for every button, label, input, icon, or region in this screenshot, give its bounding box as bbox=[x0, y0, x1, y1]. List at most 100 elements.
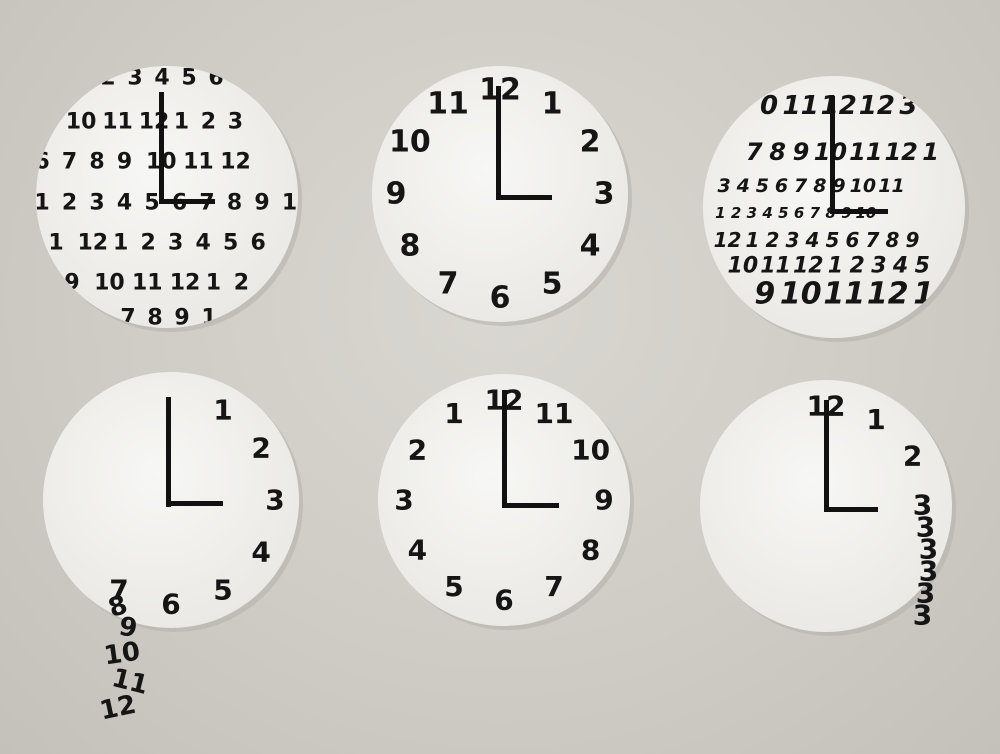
numeral: 1 bbox=[213, 393, 232, 426]
numeral: 9 bbox=[594, 484, 613, 517]
numeral: 9 bbox=[117, 150, 132, 175]
numeral: 4 bbox=[805, 228, 820, 252]
numeral: 3 bbox=[265, 484, 284, 517]
numeral: 4 bbox=[408, 534, 427, 567]
numeral: 2 bbox=[201, 110, 216, 135]
numeral: 12 bbox=[884, 138, 917, 166]
numeral: 9 bbox=[793, 138, 810, 166]
numeral: 12 bbox=[97, 690, 139, 727]
numeral: 11 bbox=[849, 138, 882, 166]
numeral: 4 bbox=[736, 175, 750, 197]
numeral: 1 bbox=[542, 86, 563, 121]
numeral: 3 bbox=[913, 599, 932, 632]
numeral: 8 bbox=[227, 191, 242, 216]
numeral: 2 bbox=[731, 204, 741, 222]
numeral: 1 bbox=[715, 204, 725, 222]
numeral: 1 bbox=[282, 191, 297, 216]
numeral: 2 bbox=[140, 231, 155, 256]
numeral: 0 bbox=[760, 91, 778, 121]
numeral: 8 bbox=[886, 228, 900, 252]
numeral: 6 bbox=[775, 175, 788, 197]
numeral: 11 bbox=[102, 110, 133, 135]
numeral: 5 bbox=[542, 267, 563, 302]
numeral: 7 bbox=[438, 267, 459, 302]
numeral: 3 bbox=[747, 204, 757, 222]
numeral: 12 bbox=[170, 271, 201, 296]
numeral: 8 bbox=[581, 534, 600, 567]
numeral: 4 bbox=[117, 191, 132, 216]
normal-clock: 121234567891011 bbox=[372, 66, 632, 326]
numeral: 8 bbox=[89, 150, 104, 175]
numeral: 7 bbox=[746, 138, 763, 166]
numeral: 6 bbox=[208, 66, 223, 91]
numeral: 9 bbox=[386, 177, 407, 212]
numeral: 11 bbox=[783, 91, 819, 121]
numeral: 6 bbox=[34, 150, 49, 175]
numeral: 5 bbox=[181, 66, 196, 91]
numeral: 1 bbox=[828, 254, 843, 279]
numeral: 5 bbox=[915, 254, 930, 279]
numeral: 11 bbox=[760, 254, 791, 279]
numeral: 11 bbox=[535, 397, 574, 430]
falling-numbers-clock: 1234567 89101112 bbox=[43, 372, 303, 726]
numeral: 7 bbox=[544, 570, 563, 603]
numeral: 3 bbox=[168, 231, 183, 256]
numeral: 2 bbox=[62, 191, 77, 216]
numeral: 5 bbox=[223, 231, 238, 256]
numeral: 6 bbox=[250, 231, 265, 256]
numeral: 1 bbox=[34, 191, 49, 216]
numeral: 10 bbox=[728, 254, 759, 279]
numeral: 1 bbox=[746, 228, 760, 252]
numeral: 12 bbox=[821, 91, 857, 121]
grid-clock: 2345610111212367891011121234567891112123… bbox=[34, 66, 302, 332]
numeral: 8 bbox=[399, 229, 420, 264]
numeral: 1 bbox=[444, 397, 463, 430]
numeral: 9 bbox=[64, 271, 79, 296]
numeral: 9 bbox=[254, 191, 269, 216]
numeral: 1 bbox=[866, 403, 885, 436]
numeral: 11 bbox=[183, 150, 214, 175]
numeral: 6 bbox=[161, 588, 180, 621]
numeral: 9 bbox=[754, 277, 775, 312]
numeral: 2 bbox=[849, 254, 864, 279]
numeral: 10 bbox=[571, 434, 610, 467]
numeral: 10 bbox=[66, 110, 97, 135]
numeral: 8 bbox=[769, 138, 786, 166]
numeral: 8 bbox=[147, 306, 162, 331]
numeral: 2 bbox=[903, 440, 922, 473]
numeral: 12 bbox=[867, 277, 909, 312]
numeral: 4 bbox=[580, 229, 601, 264]
numeral: 1 bbox=[48, 231, 63, 256]
numeral: 4 bbox=[154, 66, 169, 91]
numeral: 10 bbox=[94, 271, 125, 296]
numeral: 3 bbox=[228, 110, 243, 135]
numeral: 8 bbox=[813, 175, 826, 197]
numeral: 4 bbox=[195, 231, 210, 256]
numeral: 6 bbox=[846, 228, 860, 252]
numeral: 10 bbox=[850, 175, 876, 197]
numeral: 3 bbox=[394, 484, 413, 517]
numeral: 12 bbox=[77, 231, 108, 256]
numeral: 10 bbox=[389, 125, 431, 160]
repeated-three-clock: 1212 333333 bbox=[700, 380, 956, 636]
numeral: 3 bbox=[127, 66, 142, 91]
numeral: 2 bbox=[766, 228, 780, 252]
numeral: 7 bbox=[62, 150, 77, 175]
numeral: 5 bbox=[778, 204, 788, 222]
numeral: 1 bbox=[922, 138, 939, 166]
numeral: 5 bbox=[826, 228, 840, 252]
numeral: 9 bbox=[906, 228, 920, 252]
numeral: 4 bbox=[761, 204, 772, 222]
numeral: 3 bbox=[871, 254, 886, 279]
numeral: 3 bbox=[717, 175, 730, 197]
numeral: 5 bbox=[144, 191, 159, 216]
numeral: 2 bbox=[580, 125, 601, 160]
numeral: 7 bbox=[810, 204, 821, 222]
numeral: 10 bbox=[780, 277, 822, 312]
numeral: 2 bbox=[100, 66, 115, 91]
numeral: 2 bbox=[251, 432, 270, 465]
numeral: 12 bbox=[714, 228, 742, 252]
numeral: 5 bbox=[756, 175, 769, 197]
numeral: 1 bbox=[206, 271, 221, 296]
numeral: 6 bbox=[494, 584, 513, 617]
